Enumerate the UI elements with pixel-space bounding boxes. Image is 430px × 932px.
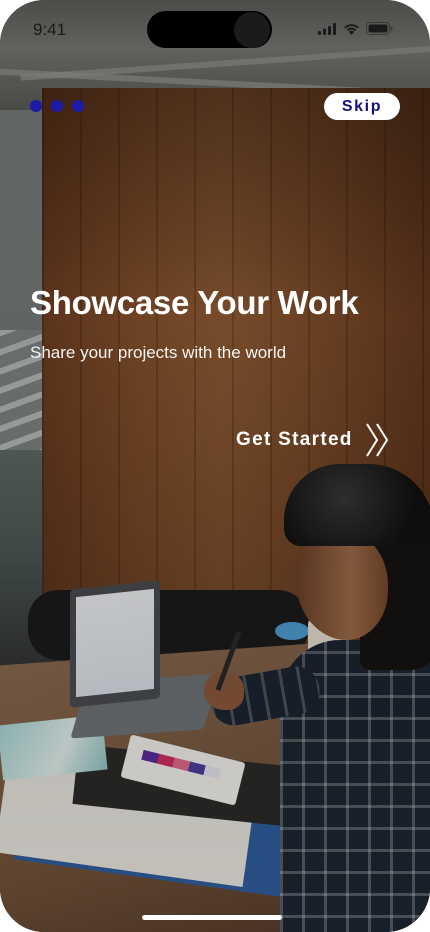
skip-button[interactable]: Skip: [324, 93, 400, 120]
onboarding-title: Showcase Your Work: [30, 284, 359, 321]
page-indicator: [30, 100, 84, 112]
onboarding-subtitle: Share your projects with the world: [30, 343, 287, 362]
cellular-signal-icon: [318, 22, 337, 35]
page-dot[interactable]: [51, 100, 63, 112]
phone-screen: 9:41 Skip Showcase Your Work Share your …: [0, 0, 430, 932]
page-dot[interactable]: [30, 100, 42, 112]
get-started-button[interactable]: Get Started: [236, 420, 406, 460]
background-photo: [0, 0, 430, 932]
get-started-label: Get Started: [236, 429, 353, 450]
status-icons: [318, 22, 393, 35]
status-time: 9:41: [33, 20, 67, 39]
double-chevron-right-icon: [365, 422, 391, 458]
wifi-icon: [343, 23, 360, 35]
home-indicator[interactable]: [142, 915, 282, 920]
page-dot[interactable]: [72, 100, 84, 112]
front-camera: [234, 12, 270, 48]
battery-icon: [366, 22, 393, 35]
photo-dark-overlay: [0, 0, 430, 932]
